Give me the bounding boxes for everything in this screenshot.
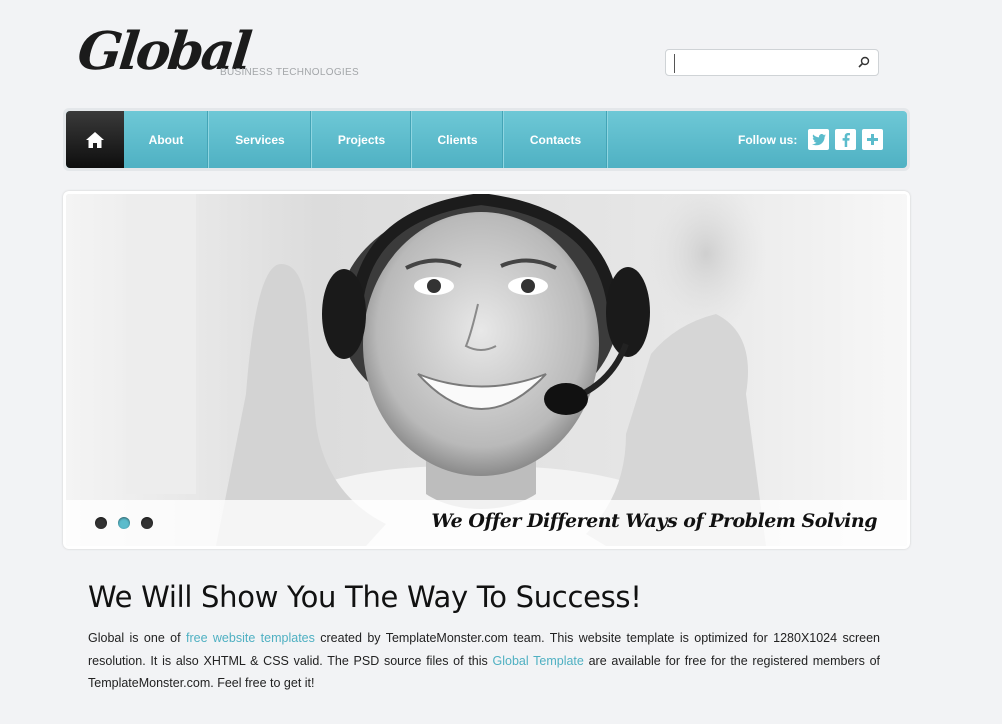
slider-caption: We Offer Different Ways of Problem Solvi… [431,510,877,532]
search-input[interactable] [674,54,851,73]
slider-dot-1[interactable] [95,517,107,529]
follow-us: Follow us: [738,111,884,168]
nav-item-services[interactable]: Services [209,111,312,168]
page-headline: We Will Show You The Way To Success! [88,580,642,614]
search-button[interactable] [856,55,872,71]
free-templates-link[interactable]: free website templates [186,631,315,645]
global-template-link[interactable]: Global Template [493,654,584,668]
search-box [665,49,879,76]
plus-button[interactable] [862,129,884,150]
home-button[interactable] [66,111,124,168]
twitter-button[interactable] [808,129,830,150]
intro-paragraph: Global is one of free website templates … [88,627,880,695]
nav-item-label: About [148,132,184,147]
nav-item-projects[interactable]: Projects [312,111,412,168]
nav-item-contacts[interactable]: Contacts [504,111,608,168]
nav-item-label: Clients [437,132,478,147]
main-nav: About Services Projects Clients Contacts… [66,111,907,168]
nav-item-label: Contacts [529,132,582,147]
search-icon [858,56,870,68]
nav-item-label: Services [235,132,285,147]
follow-us-label: Follow us: [738,132,798,147]
nav-item-clients[interactable]: Clients [412,111,504,168]
nav-item-label: Projects [337,132,386,147]
slider-dot-3[interactable] [141,517,153,529]
slider-caption-bar: We Offer Different Ways of Problem Solvi… [66,500,907,546]
home-icon [86,131,104,148]
intro-text-1: Global is one of [88,631,186,645]
slider: We Offer Different Ways of Problem Solvi… [66,194,907,546]
twitter-icon [811,133,826,145]
nav-item-about[interactable]: About [124,111,209,168]
slider-dot-2-active[interactable] [118,517,130,529]
slide-photo [66,194,907,546]
plus-icon [867,134,879,145]
site-tagline: BUSINESS TECHNOLOGIES [220,67,359,78]
nav-items: About Services Projects Clients Contacts [124,111,608,168]
facebook-button[interactable] [835,129,857,150]
facebook-icon [842,132,850,147]
